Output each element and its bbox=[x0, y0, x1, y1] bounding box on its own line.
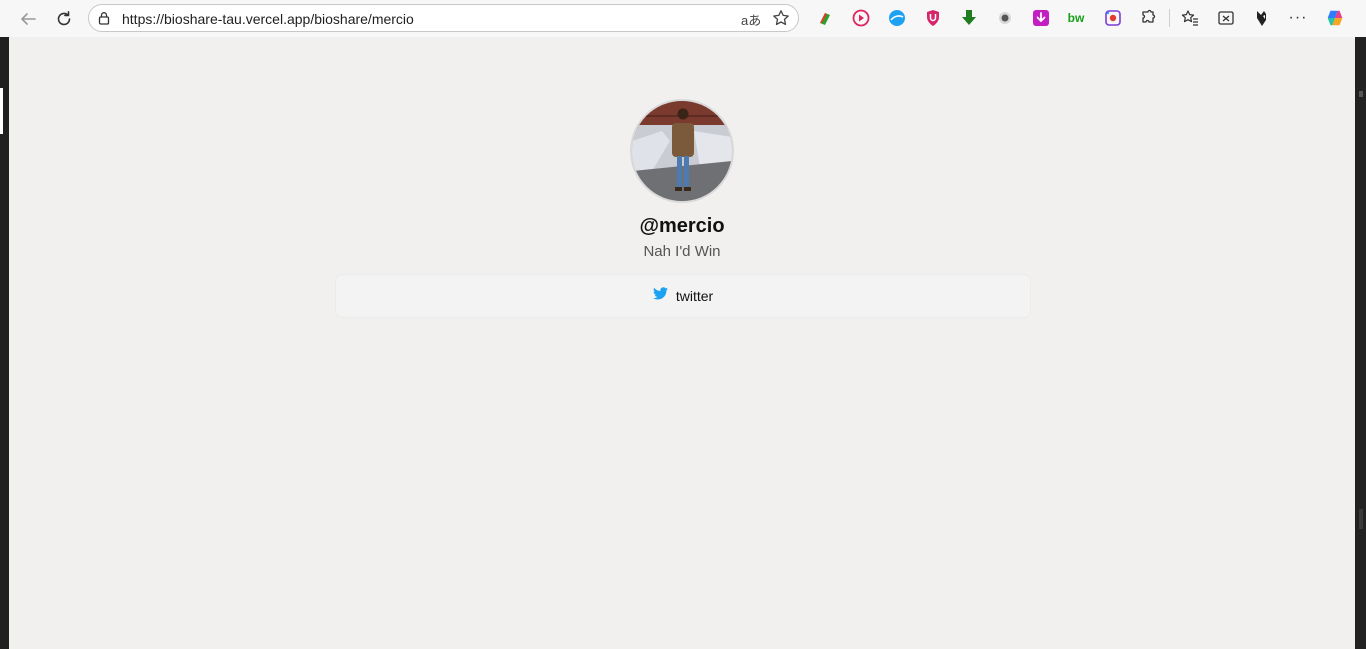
extension-ball-icon[interactable] bbox=[887, 8, 907, 28]
page-content: @mercio Nah I'd Win twitter bbox=[9, 37, 1355, 649]
extension-tag-icon[interactable] bbox=[815, 8, 835, 28]
address-bar[interactable]: https://bioshare-tau.vercel.app/bioshare… bbox=[88, 4, 799, 32]
extension-shield-icon[interactable] bbox=[923, 8, 943, 28]
favorites-icon[interactable] bbox=[1180, 8, 1200, 28]
browser-toolbar: https://bioshare-tau.vercel.app/bioshare… bbox=[0, 0, 1366, 37]
url-text[interactable]: https://bioshare-tau.vercel.app/bioshare… bbox=[122, 11, 414, 27]
extension-play-icon[interactable] bbox=[851, 8, 871, 28]
edge-mark bbox=[1359, 509, 1363, 529]
translate-icon[interactable]: aあ bbox=[741, 10, 761, 29]
extension-bw-icon[interactable]: bw bbox=[1066, 8, 1086, 28]
extension-download-arrow-icon[interactable] bbox=[959, 8, 979, 28]
more-menu-icon[interactable]: ··· bbox=[1288, 8, 1308, 28]
profile-bio: Nah I'd Win bbox=[643, 243, 721, 260]
profile-wolf-icon[interactable] bbox=[1252, 8, 1272, 28]
window-edge bbox=[0, 88, 3, 134]
profile-handle: @mercio bbox=[639, 215, 725, 237]
extension-download-box-icon[interactable] bbox=[1031, 8, 1051, 28]
extensions-puzzle-icon[interactable] bbox=[1139, 8, 1159, 28]
link-label: twitter bbox=[675, 288, 714, 304]
twitter-bird-icon bbox=[652, 287, 668, 305]
edge-mark bbox=[1359, 91, 1363, 97]
link-button-twitter[interactable]: twitter bbox=[336, 275, 1030, 317]
favorite-star-icon[interactable] bbox=[772, 9, 790, 32]
extension-record-icon[interactable] bbox=[995, 8, 1015, 28]
screenshot-icon[interactable] bbox=[1216, 8, 1236, 28]
back-icon[interactable] bbox=[15, 6, 41, 32]
reload-icon[interactable] bbox=[51, 6, 77, 32]
lock-icon[interactable] bbox=[97, 11, 111, 30]
toolbar-separator bbox=[1169, 9, 1170, 27]
copilot-icon[interactable] bbox=[1325, 8, 1345, 28]
window-right-edge bbox=[1356, 37, 1366, 649]
extension-camera-icon[interactable] bbox=[1103, 8, 1123, 28]
avatar bbox=[630, 99, 734, 203]
